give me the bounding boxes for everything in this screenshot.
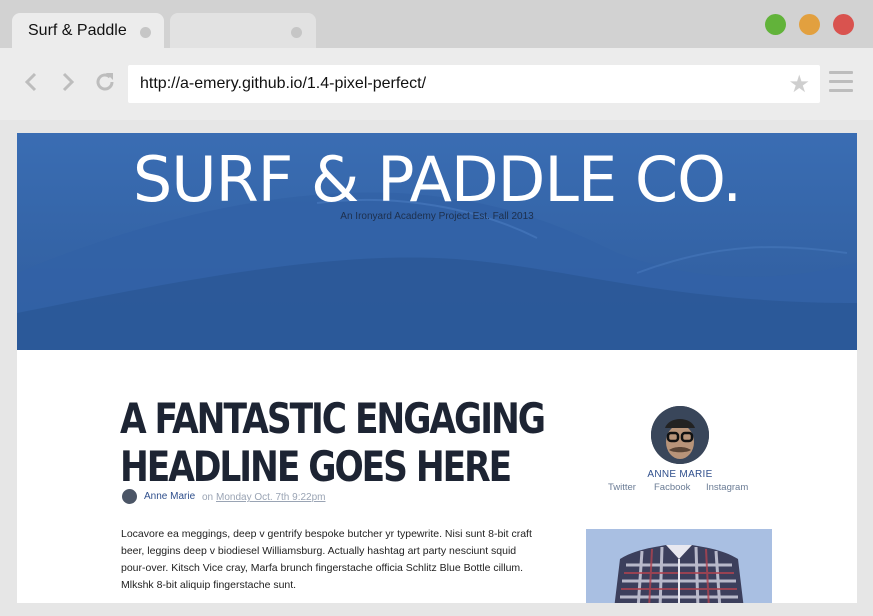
zoom-button[interactable] [799,14,820,35]
facebook-link[interactable]: Facbook [654,482,690,493]
back-icon[interactable] [20,70,44,94]
reload-icon[interactable] [93,70,117,94]
site-title: SURF & PADDLE CO. [132,143,742,216]
tab-close-icon[interactable] [291,27,302,38]
tab-title: Surf & Paddle [28,22,127,39]
hero-banner: SURF & PADDLE CO. An Ironyard Academy Pr… [17,133,857,350]
web-page: SURF & PADDLE CO. An Ironyard Academy Pr… [17,133,857,603]
author-avatar [122,489,137,504]
address-bar[interactable]: http://a-emery.github.io/1.4-pixel-perfe… [128,65,820,103]
post-date-link[interactable]: Monday Oct. 7th 9:22pm [216,492,326,503]
tab-surf-paddle[interactable]: Surf & Paddle [12,13,164,48]
headline-line-2: HEADLINE GOES HERE [120,442,512,491]
profile-name: ANNE MARIE [647,469,713,480]
sidebar-product-image[interactable] [586,529,772,603]
twitter-link[interactable]: Twitter [608,482,636,493]
hamburger-menu-icon[interactable] [829,71,853,93]
site-tagline: An Ironyard Academy Project Est. Fall 20… [340,211,534,222]
byline-on-label: on [202,492,214,503]
star-icon[interactable]: ★ [788,70,810,99]
tab-new[interactable] [170,13,316,48]
tab-close-icon[interactable] [140,27,151,38]
article-body: Locavore ea meggings, deep v gentrify be… [121,528,532,591]
tab-bar: Surf & Paddle [0,0,873,48]
forward-icon[interactable] [55,70,79,94]
instagram-link[interactable]: Instagram [706,482,748,493]
close-window-button[interactable] [833,14,854,35]
profile-avatar [651,406,709,464]
browser-toolbar: http://a-emery.github.io/1.4-pixel-perfe… [0,48,873,120]
headline-line-1: A FANTASTIC ENGAGING [120,394,546,443]
url-text: http://a-emery.github.io/1.4-pixel-perfe… [140,75,427,92]
author-link[interactable]: Anne Marie [144,491,195,502]
minimize-button[interactable] [765,14,786,35]
article-headline: A FANTASTIC ENGAGING HEADLINE GOES HERE [120,394,546,491]
